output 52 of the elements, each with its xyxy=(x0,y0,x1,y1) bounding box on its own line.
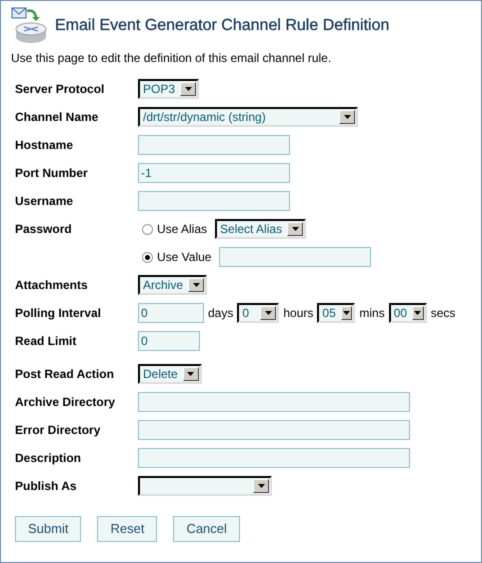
caret-icon xyxy=(187,372,194,376)
field-label: Username xyxy=(15,193,74,210)
form-button[interactable]: Cancel xyxy=(173,516,240,542)
field-label: Publish As xyxy=(15,478,78,495)
value-field[interactable] xyxy=(219,247,372,267)
unit-label: hours xyxy=(283,305,314,322)
hours-dropdown[interactable]: 0 xyxy=(237,303,280,323)
field-label: Port Number xyxy=(15,165,89,182)
field-label: Server Protocol xyxy=(15,81,106,98)
field-label: Error Directory xyxy=(15,422,102,439)
form-button[interactable]: Reset xyxy=(97,516,158,542)
text-field[interactable]: 0 xyxy=(138,331,200,351)
text-field[interactable]: -1 xyxy=(138,163,290,183)
field-label: Hostname xyxy=(15,137,74,154)
form-button[interactable]: Submit xyxy=(15,516,82,542)
dropdown[interactable]: POP3 xyxy=(138,79,200,99)
dropdown[interactable]: Archive xyxy=(138,275,208,295)
caret-icon xyxy=(192,283,200,287)
radio-option[interactable]: Use Value xyxy=(142,248,212,266)
radio-option[interactable]: Use Alias xyxy=(142,220,208,238)
field-label: Polling Interval xyxy=(15,305,102,322)
field-label: Read Limit xyxy=(15,333,78,350)
alias-dropdown[interactable]: Select Alias xyxy=(215,219,306,239)
text-field[interactable] xyxy=(138,135,290,155)
caret-icon xyxy=(184,87,192,91)
page-description: Use this page to edit the definition of this email channel rule. xyxy=(11,50,332,67)
dropdown[interactable]: /drt/str/dynamic (string) xyxy=(138,107,358,127)
caret-icon xyxy=(258,484,264,488)
days-field[interactable]: 0 xyxy=(138,303,204,323)
caret-icon xyxy=(414,311,422,315)
field-label: Archive Directory xyxy=(15,394,116,411)
unit-label: mins xyxy=(359,305,385,322)
field-label: Description xyxy=(15,450,82,467)
dropdown[interactable] xyxy=(138,476,272,496)
text-field[interactable] xyxy=(138,392,410,412)
dropdown[interactable]: Delete xyxy=(138,364,202,384)
seconds-dropdown[interactable]: 00 xyxy=(388,303,427,323)
field-label: Post Read Action xyxy=(15,366,115,383)
caret-icon xyxy=(264,311,272,315)
text-field[interactable] xyxy=(138,191,290,211)
unit-label: days xyxy=(208,305,234,322)
caret-icon xyxy=(292,227,299,231)
caret-icon xyxy=(344,115,350,119)
minutes-dropdown[interactable]: 05 xyxy=(317,303,356,323)
field-label: Attachments xyxy=(15,277,89,294)
text-field[interactable] xyxy=(138,448,410,468)
unit-label: secs xyxy=(430,305,456,322)
caret-icon xyxy=(343,311,350,315)
field-label: Channel Name xyxy=(15,109,100,126)
text-field[interactable] xyxy=(138,420,410,440)
field-label: Password xyxy=(15,221,73,238)
page-title: Email Event Generator Channel Rule Definition xyxy=(55,16,390,36)
